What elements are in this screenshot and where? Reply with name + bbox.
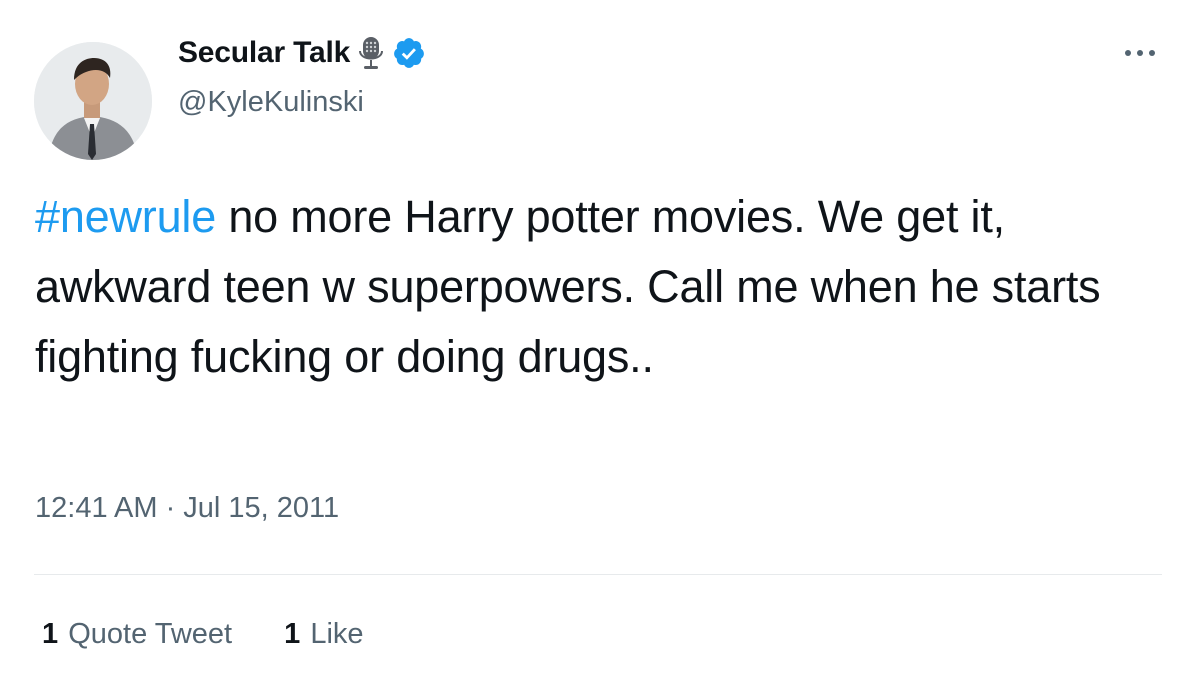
engagement-stats: 1 Quote Tweet 1 Like bbox=[42, 618, 364, 651]
display-name[interactable]: Secular Talk bbox=[178, 36, 350, 70]
more-options-icon-dot bbox=[1125, 50, 1131, 56]
more-options-icon-dot bbox=[1149, 50, 1155, 56]
author-name-row: Secular Talk bbox=[178, 30, 426, 76]
author-handle[interactable]: @KyleKulinski bbox=[178, 86, 364, 119]
verified-badge-icon bbox=[392, 36, 426, 70]
hashtag-link[interactable]: #newrule bbox=[35, 191, 216, 242]
like-label: Like bbox=[310, 618, 364, 650]
more-options-icon-dot bbox=[1137, 50, 1143, 56]
quote-tweet-label: Quote Tweet bbox=[68, 618, 233, 650]
likes-stat[interactable]: 1 Like bbox=[284, 618, 363, 651]
microphone-icon bbox=[356, 35, 386, 71]
divider bbox=[34, 574, 1162, 575]
quote-tweet-count: 1 bbox=[42, 618, 59, 650]
avatar[interactable] bbox=[34, 42, 152, 160]
quote-tweets-stat[interactable]: 1 Quote Tweet bbox=[42, 618, 232, 651]
more-options-button[interactable] bbox=[1118, 40, 1162, 66]
tweet-timestamp[interactable]: 12:41 AM · Jul 15, 2011 bbox=[35, 492, 339, 525]
person-avatar-image bbox=[34, 42, 152, 160]
like-count: 1 bbox=[284, 618, 301, 650]
tweet-text: #newrule no more Harry potter movies. We… bbox=[35, 182, 1175, 392]
